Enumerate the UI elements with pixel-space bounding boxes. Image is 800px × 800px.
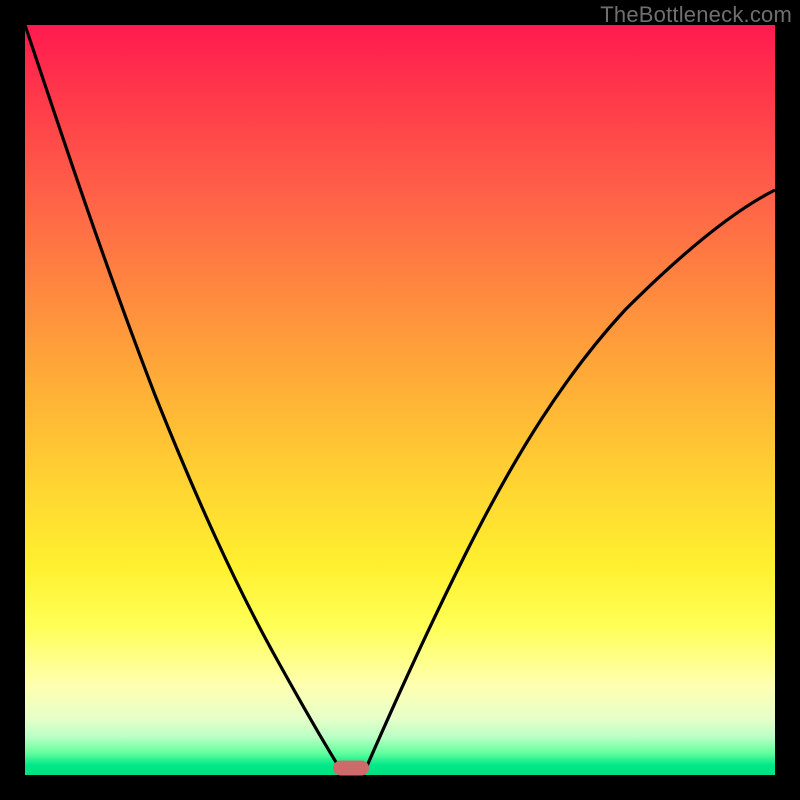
chart-frame: TheBottleneck.com	[0, 0, 800, 800]
curves-layer	[25, 25, 775, 775]
bottleneck-marker	[333, 760, 369, 775]
right-curve	[363, 190, 775, 775]
watermark-text: TheBottleneck.com	[600, 2, 792, 28]
plot-area	[25, 25, 775, 775]
left-curve	[25, 25, 344, 775]
